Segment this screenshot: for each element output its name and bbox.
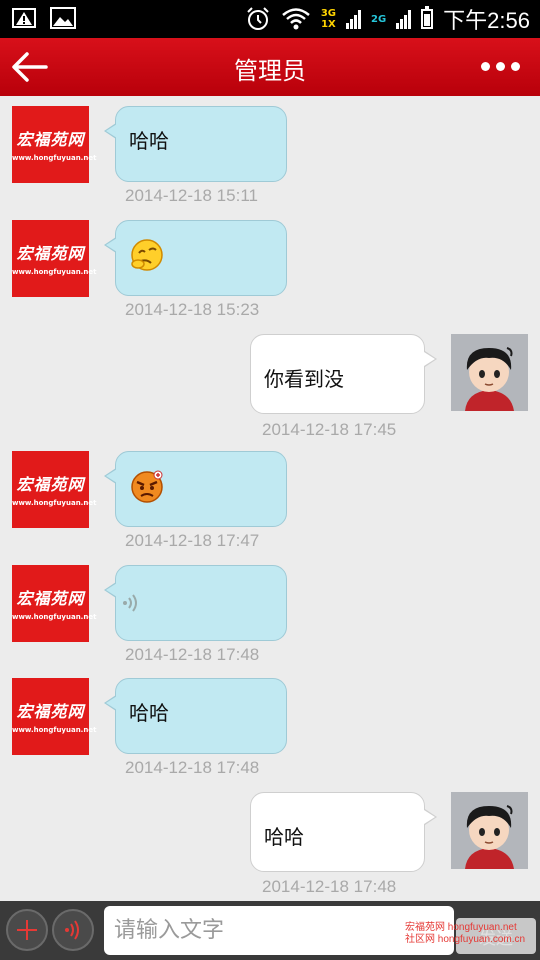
signal-strength-icon <box>346 9 361 29</box>
message-text: 哈哈 <box>129 129 169 153</box>
message-input[interactable] <box>104 906 454 955</box>
admin-avatar[interactable]: 宏福苑网 www.hongfuyuan.net <box>12 565 96 642</box>
incoming-message-bubble[interactable]: 哈哈 <box>104 678 287 754</box>
alarm-clock-icon <box>247 7 269 30</box>
user-avatar[interactable] <box>451 334 528 411</box>
message-timestamp: 2014-12-18 15:23 <box>125 300 260 319</box>
angry-emoji-icon <box>131 470 163 503</box>
warning-notification-icon <box>12 8 36 28</box>
message-timestamp: 2014-12-18 17:47 <box>125 531 260 550</box>
image-notification-icon <box>50 7 76 29</box>
incoming-message-bubble[interactable] <box>104 220 287 296</box>
network-3g-indicator: 3G 1X <box>320 8 336 30</box>
message-timestamp: 2014-12-18 17:45 <box>262 420 397 439</box>
cartoon-boy-avatar-icon <box>465 347 514 411</box>
voice-input-button[interactable] <box>52 909 94 951</box>
admin-avatar[interactable]: 宏福苑网 www.hongfuyuan.net <box>12 678 96 755</box>
message-timestamp: 2014-12-18 17:48 <box>125 645 260 664</box>
outgoing-message-bubble[interactable]: 哈哈 <box>250 792 437 872</box>
incoming-message-bubble[interactable]: 哈哈 <box>104 106 287 182</box>
site-watermark: 宏福苑网 hongfuyuan.net 社区网 hongfuyuan.com.c… <box>405 922 526 945</box>
status-bar: 3G 1X 2G 下午2:56 <box>0 0 540 38</box>
network-2g-indicator: 2G <box>371 13 387 25</box>
thinking-emoji-icon <box>131 239 163 271</box>
admin-avatar[interactable]: 宏福苑网 www.hongfuyuan.net <box>12 220 96 297</box>
message-timestamp: 2014-12-18 17:48 <box>125 758 260 777</box>
more-options-icon[interactable] <box>481 62 520 71</box>
page-title: 管理员 <box>234 57 306 85</box>
add-attachment-button[interactable] <box>6 909 48 951</box>
message-timestamp: 2014-12-18 17:48 <box>262 877 397 896</box>
voice-wave-icon <box>65 920 79 940</box>
message-text: 你看到没 <box>264 367 344 391</box>
voice-wave-icon <box>123 594 137 612</box>
message-text: 哈哈 <box>129 701 169 725</box>
admin-avatar[interactable]: 宏福苑网 www.hongfuyuan.net <box>12 451 96 528</box>
status-time: 下午2:56 <box>443 8 530 33</box>
chat-header: 管理员 <box>0 38 540 96</box>
wifi-icon <box>282 8 310 30</box>
message-timestamp: 2014-12-18 15:11 <box>125 186 258 205</box>
message-text: 哈哈 <box>264 825 304 849</box>
user-avatar[interactable] <box>451 792 528 869</box>
admin-avatar[interactable]: 宏福苑网 www.hongfuyuan.net <box>12 106 96 183</box>
incoming-message-bubble[interactable] <box>104 451 287 527</box>
cartoon-boy-avatar-icon <box>465 805 514 869</box>
incoming-voice-bubble[interactable] <box>104 565 287 641</box>
outgoing-message-bubble[interactable]: 你看到没 <box>250 334 437 414</box>
signal-strength-2g-icon <box>396 9 412 29</box>
battery-icon <box>421 6 434 29</box>
